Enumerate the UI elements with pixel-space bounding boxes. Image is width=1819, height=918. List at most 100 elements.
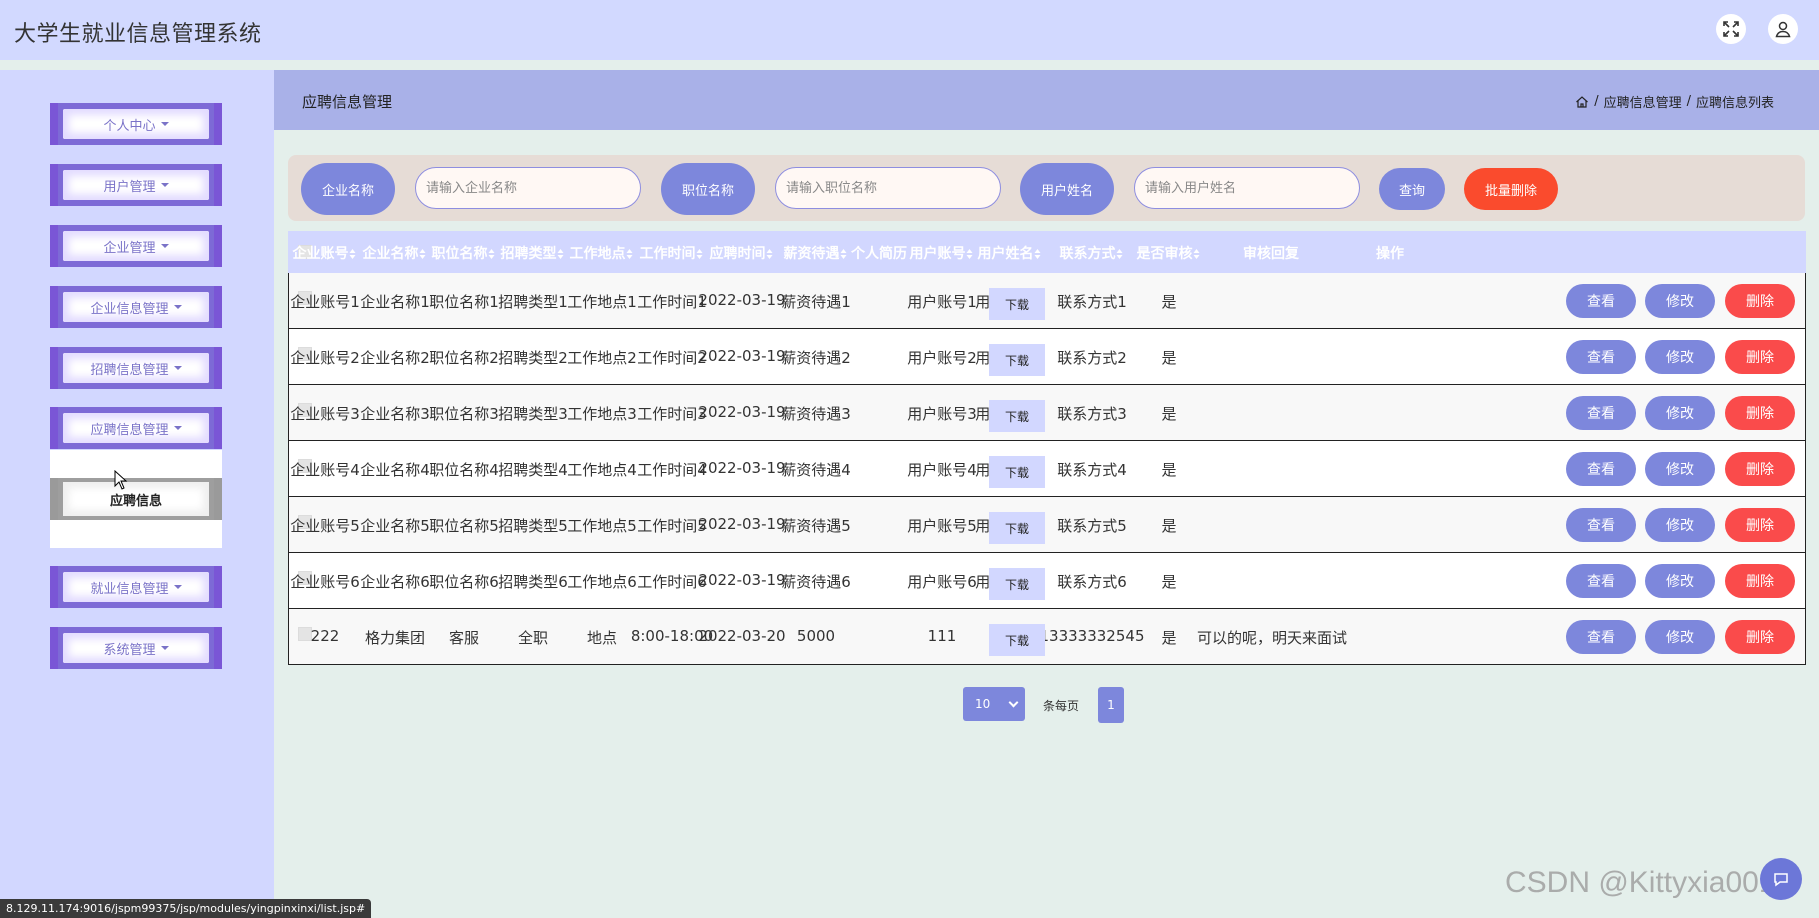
delete-button[interactable]: 删除 (1725, 508, 1795, 542)
company-name-input[interactable] (415, 167, 641, 209)
table-row: 企业账号4 企业名称4 职位名称4 招聘类型4 工作地点4 工作时间4 2022-03-19… (288, 441, 1806, 497)
edit-button[interactable]: 修改 (1645, 620, 1715, 654)
th-resume: 个人简历 (851, 246, 907, 262)
cell-company-account: 企业账号1 (290, 293, 360, 311)
page-title: 应聘信息管理 (302, 93, 393, 111)
th-company-account[interactable]: 企业账号 (293, 243, 356, 263)
cell-audited: 是 (1161, 293, 1177, 311)
view-button[interactable]: 查看 (1566, 340, 1636, 374)
delete-button[interactable]: 删除 (1725, 564, 1795, 598)
cell-salary: 薪资待遇4 (781, 461, 851, 479)
cell-position-name: 职位名称3 (429, 405, 499, 423)
caret-down-icon (160, 244, 169, 248)
cell-work-location: 工作地点5 (567, 517, 637, 535)
th-position-name[interactable]: 职位名称 (432, 243, 495, 263)
delete-button[interactable]: 删除 (1725, 340, 1795, 374)
th-audit-reply: 审核回复 (1243, 246, 1299, 262)
cell-company-name: 企业名称4 (360, 461, 430, 479)
caret-down-icon (173, 585, 182, 589)
cell-recruit-type: 招聘类型6 (498, 573, 568, 591)
edit-button[interactable]: 修改 (1645, 340, 1715, 374)
resume-download-button[interactable]: 下载 (989, 344, 1045, 376)
th-contact[interactable]: 联系方式 (1060, 243, 1123, 263)
menu-personal-center[interactable]: 个人中心 (50, 103, 222, 145)
home-icon[interactable] (1575, 95, 1589, 109)
resume-download-button[interactable]: 下载 (989, 288, 1045, 320)
th-apply-time[interactable]: 应聘时间 (710, 243, 773, 263)
edit-button[interactable]: 修改 (1645, 564, 1715, 598)
th-user-account[interactable]: 用户账号 (910, 243, 973, 263)
edit-button[interactable]: 修改 (1645, 508, 1715, 542)
delete-button[interactable]: 删除 (1725, 452, 1795, 486)
resume-download-button[interactable]: 下载 (989, 624, 1045, 656)
sort-icon (488, 249, 495, 259)
breadcrumb-link-application-management[interactable]: 应聘信息管理 (1604, 92, 1682, 111)
th-work-time[interactable]: 工作时间 (640, 243, 703, 263)
cell-work-time: 工作时间1 (637, 293, 707, 311)
user-icon[interactable] (1768, 14, 1798, 44)
resume-download-button[interactable]: 下载 (989, 512, 1045, 544)
resume-download-button[interactable]: 下载 (989, 456, 1045, 488)
cell-position-name: 职位名称6 (429, 573, 499, 591)
menu-company-management[interactable]: 企业管理 (50, 225, 222, 267)
cell-apply-time: 2022-03-19 (698, 459, 786, 477)
cell-work-time: 工作时间3 (637, 405, 707, 423)
resume-download-button[interactable]: 下载 (989, 568, 1045, 600)
view-button[interactable]: 查看 (1566, 284, 1636, 318)
view-button[interactable]: 查看 (1566, 564, 1636, 598)
cell-company-name: 企业名称1 (360, 293, 430, 311)
view-button[interactable]: 查看 (1566, 508, 1636, 542)
menu-company-info-management[interactable]: 企业信息管理 (50, 286, 222, 328)
caret-down-icon (173, 305, 182, 309)
cell-company-account: 企业账号4 (290, 461, 360, 479)
th-work-location[interactable]: 工作地点 (570, 243, 633, 263)
menu-recruitment-management[interactable]: 招聘信息管理 (50, 347, 222, 389)
cell-contact: 联系方式4 (1057, 461, 1127, 479)
menu-user-management[interactable]: 用户管理 (50, 164, 222, 206)
position-name-input[interactable] (775, 167, 1001, 209)
edit-button[interactable]: 修改 (1645, 452, 1715, 486)
th-audited[interactable]: 是否审核 (1137, 243, 1200, 263)
chat-float-icon[interactable] (1760, 858, 1802, 900)
sort-icon (1116, 249, 1123, 259)
caret-down-icon (173, 426, 182, 430)
menu-employment-management[interactable]: 就业信息管理 (50, 566, 222, 608)
th-user-name[interactable]: 用户姓名 (978, 243, 1041, 263)
page-size-select[interactable]: 10 (963, 687, 1025, 721)
menu-system-management[interactable]: 系统管理 (50, 627, 222, 669)
view-button[interactable]: 查看 (1566, 452, 1636, 486)
data-table: 企业账号 企业名称 职位名称 招聘类型 工作地点 工作时间 应聘时间 薪资待遇 个人简历 用户账号… (288, 231, 1806, 665)
cell-audited: 是 (1161, 461, 1177, 479)
cell-user-account: 用户账号6 (907, 573, 977, 591)
submenu-item-application-info[interactable]: 应聘信息 (50, 478, 222, 520)
edit-button[interactable]: 修改 (1645, 396, 1715, 430)
fullscreen-icon[interactable] (1716, 14, 1746, 44)
delete-button[interactable]: 删除 (1725, 396, 1795, 430)
caret-down-icon (160, 183, 169, 187)
delete-button[interactable]: 删除 (1725, 284, 1795, 318)
edit-button[interactable]: 修改 (1645, 284, 1715, 318)
position-name-label: 职位名称 (661, 163, 755, 215)
view-button[interactable]: 查看 (1566, 396, 1636, 430)
page-number-button[interactable]: 1 (1098, 687, 1124, 723)
cell-recruit-type: 招聘类型3 (498, 405, 568, 423)
batch-delete-button[interactable]: 批量删除 (1464, 168, 1558, 210)
view-button[interactable]: 查看 (1566, 620, 1636, 654)
cell-position-name: 职位名称2 (429, 349, 499, 367)
query-button[interactable]: 查询 (1379, 168, 1445, 210)
cell-audited: 是 (1161, 405, 1177, 423)
chevron-down-icon (1008, 697, 1019, 708)
cell-user-account: 用户账号2 (907, 349, 977, 367)
sort-icon (349, 249, 356, 259)
resume-download-button[interactable]: 下载 (989, 400, 1045, 432)
th-company-name[interactable]: 企业名称 (363, 243, 426, 263)
th-salary[interactable]: 薪资待遇 (784, 243, 847, 263)
cell-company-account: 企业账号6 (290, 573, 360, 591)
cell-position-name: 客服 (448, 629, 480, 647)
delete-button[interactable]: 删除 (1725, 620, 1795, 654)
menu-application-management[interactable]: 应聘信息管理 (50, 407, 222, 449)
user-name-input[interactable] (1134, 167, 1360, 209)
cell-salary: 5000 (796, 627, 836, 645)
status-url: 8.129.11.174:9016/jspm99375/jsp/modules/… (0, 899, 372, 918)
th-recruit-type[interactable]: 招聘类型 (501, 243, 564, 263)
